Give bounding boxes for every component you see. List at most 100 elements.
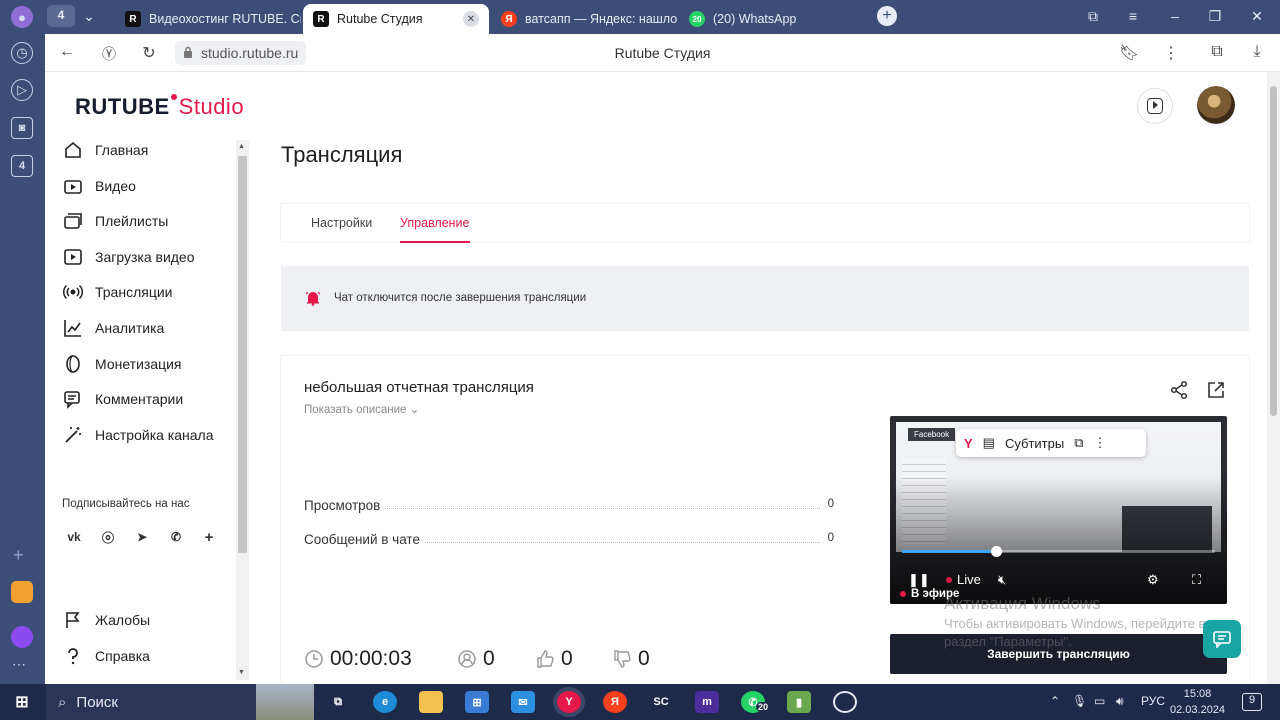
language-indicator[interactable]: РУС xyxy=(1141,694,1165,708)
scroll-down-icon[interactable]: ▼ xyxy=(238,669,245,676)
subtitles-button[interactable]: Субтитры xyxy=(1005,436,1064,451)
notepad-icon[interactable]: ▮ xyxy=(787,691,811,713)
more-options-icon[interactable]: ⋮ xyxy=(1161,43,1181,63)
studio-sidebar: Главная Видео Плейлисты Загрузка видео Т… xyxy=(45,132,250,684)
windows-start-icon[interactable]: ⊞ xyxy=(10,691,34,713)
viewer-icon xyxy=(458,650,476,668)
minimize-icon[interactable]: – xyxy=(1165,8,1185,24)
sidebar-item-complaints[interactable]: Жалобы xyxy=(63,608,150,632)
progress-knob[interactable] xyxy=(990,546,1002,557)
stream-preview-player[interactable]: Facebook Y ▤ Субтитры ⧉ ⋮ ❚❚ Live 🔇︎ ⚙ ⛶… xyxy=(890,416,1227,604)
tab-groups-counter[interactable]: 4 xyxy=(47,5,75,27)
reload-icon[interactable]: ↻ xyxy=(139,43,159,63)
workspace-badge[interactable]: 4 xyxy=(11,155,33,177)
sidebar-item-monetization[interactable]: Монетизация xyxy=(63,352,182,376)
sidebar-item-channel-settings[interactable]: Настройка канала xyxy=(63,423,214,447)
yandex-icon[interactable]: Я xyxy=(603,691,627,713)
url-field[interactable]: studio.rutube.ru xyxy=(175,41,307,65)
close-tab-icon[interactable]: ✕ xyxy=(463,11,479,27)
collections-icon[interactable]: ⧉ xyxy=(1083,8,1103,25)
volume-icon[interactable]: 🔊︎ xyxy=(1116,694,1124,709)
telegram-icon[interactable]: ➤ xyxy=(130,525,154,549)
more-socials-icon[interactable]: + xyxy=(197,525,221,549)
task-view-icon[interactable]: ⧉ xyxy=(326,691,350,713)
screenshot-icon[interactable]: ◙ xyxy=(11,117,33,139)
tray-chevron-icon[interactable]: ⌃ xyxy=(1050,694,1060,708)
sidebar-item-playlists[interactable]: Плейлисты xyxy=(63,209,168,233)
sidebar-item-home[interactable]: Главная xyxy=(63,138,148,162)
page-scroll-thumb[interactable] xyxy=(1270,86,1277,416)
tab-label: ватсапп — Яндекс: нашлось xyxy=(525,12,677,26)
download-icon[interactable]: ⤓ xyxy=(1247,43,1267,61)
create-button[interactable] xyxy=(1137,88,1173,124)
likes-counter: 0 xyxy=(535,647,573,671)
back-icon[interactable]: ← xyxy=(57,43,77,61)
share-icon[interactable] xyxy=(1169,380,1189,400)
ok-icon[interactable]: ⓞ xyxy=(96,525,120,549)
mail-app-icon[interactable]: ✉ xyxy=(511,691,535,713)
new-tab-icon[interactable]: + xyxy=(877,6,897,26)
sc-app-icon[interactable]: SC xyxy=(649,691,673,713)
network-icon[interactable]: ▭ xyxy=(1094,694,1105,708)
support-chat-button[interactable] xyxy=(1203,620,1241,658)
settings-icon[interactable]: ⚙ xyxy=(1147,572,1159,588)
microphone-icon[interactable]: 🎙︎ xyxy=(1072,694,1087,708)
sidebar-item-comments[interactable]: Комментарии xyxy=(63,387,183,411)
player-progress[interactable] xyxy=(902,546,1215,557)
stat-value: 0 xyxy=(823,532,834,544)
pause-icon[interactable]: ❚❚ xyxy=(908,572,930,588)
fullscreen-icon[interactable]: ⛶ xyxy=(1192,572,1201,588)
obs-icon[interactable] xyxy=(833,691,857,713)
home-icon xyxy=(65,141,81,158)
restore-icon[interactable]: ❐ xyxy=(1205,8,1225,25)
open-external-icon[interactable] xyxy=(1206,380,1226,400)
player-icon[interactable]: ▷ xyxy=(11,79,33,101)
show-description-link[interactable]: Показать описание ⌄ xyxy=(304,402,419,416)
tab-yandex-search[interactable]: Я ватсапп — Яндекс: нашлось xyxy=(491,4,677,34)
tab-whatsapp[interactable]: 20 (20) WhatsApp xyxy=(679,4,865,34)
sidebar-scrollbar[interactable]: ▲ ▼ xyxy=(236,140,249,680)
sidebar-item-broadcasts[interactable]: Трансляции xyxy=(63,280,172,304)
taskbar-clock[interactable]: 15:08 02.03.2024 xyxy=(1170,686,1225,718)
tab-rutube-home[interactable]: R Видеохостинг RUTUBE. Смотр xyxy=(115,4,301,34)
studio-page: RUTUBE Studio Главная Видео Плейлисты Заг… xyxy=(45,72,1267,686)
close-window-icon[interactable]: ✕ xyxy=(1247,8,1267,25)
yandex-icon[interactable]: Ⓨ xyxy=(99,44,119,64)
pip-icon[interactable]: ⧉ xyxy=(1074,435,1083,451)
scroll-up-icon[interactable]: ▲ xyxy=(238,143,245,150)
more-icon[interactable]: ⋯ xyxy=(12,656,26,673)
sidebar-item-video[interactable]: Видео xyxy=(63,174,136,198)
tab-list-chevron-icon[interactable]: ⌄ xyxy=(79,8,99,25)
avatar[interactable] xyxy=(1197,86,1235,124)
more-vert-icon[interactable]: ⋮ xyxy=(1094,435,1107,451)
file-explorer-icon[interactable] xyxy=(419,691,443,713)
notifications-icon[interactable]: 9 xyxy=(1242,693,1262,711)
edge-icon[interactable]: e xyxy=(373,691,397,713)
mute-icon[interactable]: 🔇︎ xyxy=(998,572,1006,588)
store-icon[interactable]: ⊞ xyxy=(465,691,489,713)
page-scrollbar[interactable] xyxy=(1267,72,1280,684)
extensions-icon[interactable]: ⧉ xyxy=(1207,43,1227,61)
viber-icon[interactable]: ✆ xyxy=(164,525,188,549)
yandex-browser-icon[interactable]: Y xyxy=(557,691,581,713)
tab-management[interactable]: Управление xyxy=(400,216,470,243)
alice-icon[interactable] xyxy=(11,626,33,648)
sidebar-scroll-thumb[interactable] xyxy=(238,156,247,553)
playlist-icon xyxy=(64,213,82,229)
menu-icon[interactable]: ≡ xyxy=(1123,8,1143,24)
mail-icon[interactable] xyxy=(11,581,33,603)
history-icon[interactable]: ◷ xyxy=(11,42,33,64)
sidebar-item-upload[interactable]: Загрузка видео xyxy=(63,245,195,269)
vk-icon[interactable]: vk xyxy=(62,525,86,549)
add-panel-icon[interactable]: + xyxy=(13,545,24,566)
tab-settings[interactable]: Настройки xyxy=(311,216,372,230)
profile-icon[interactable]: ● xyxy=(11,6,33,28)
rutube-studio-logo[interactable]: RUTUBE Studio xyxy=(75,94,244,120)
mu-app-icon[interactable]: m xyxy=(695,691,719,713)
live-indicator[interactable]: Live xyxy=(946,572,981,587)
bookmark-icon[interactable]: 🔖︎ xyxy=(1119,43,1139,63)
sidebar-item-help[interactable]: Справка xyxy=(63,644,150,668)
sidebar-item-analytics[interactable]: Аналитика xyxy=(63,316,164,340)
player-overlay-toolbar[interactable]: Y ▤ Субтитры ⧉ ⋮ xyxy=(956,429,1146,457)
tab-rutube-studio[interactable]: R Rutube Студия ✕ xyxy=(303,4,489,34)
